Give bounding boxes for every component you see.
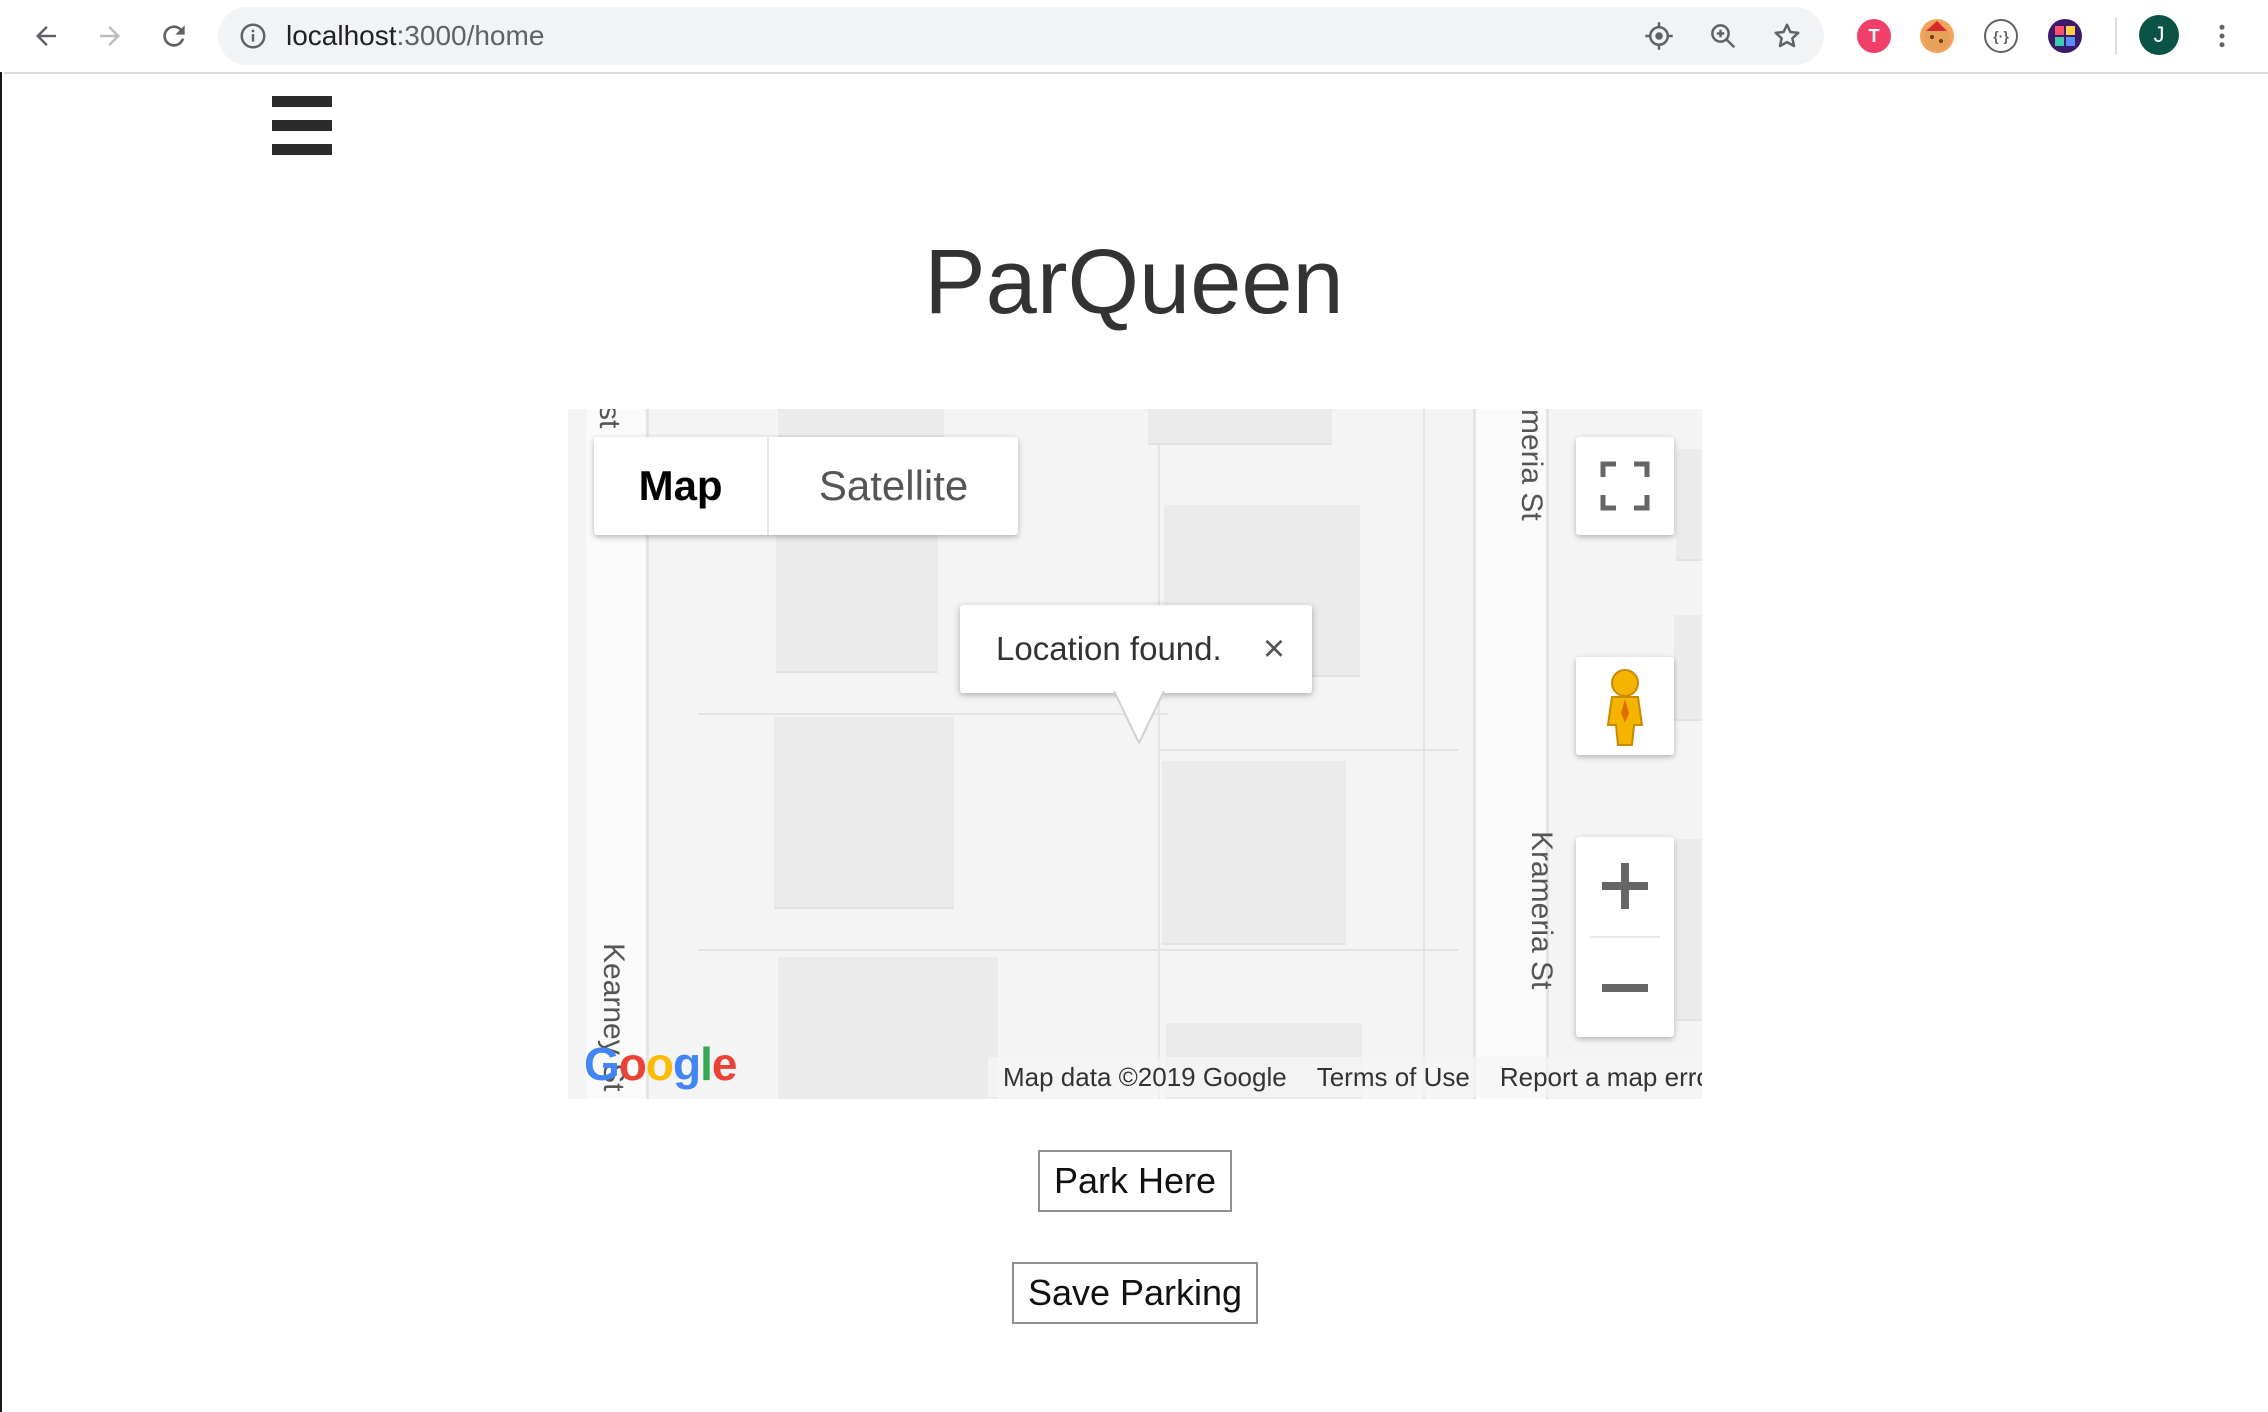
lot-line <box>1158 409 1160 1099</box>
pegman-icon <box>1606 669 1644 746</box>
close-icon: × <box>1262 628 1286 670</box>
building <box>1676 449 1702 559</box>
logo-letter: o <box>618 1038 647 1090</box>
zoom-icon[interactable] <box>1706 19 1740 53</box>
logo-letter: e <box>711 1038 738 1090</box>
road-edge <box>1473 409 1476 1099</box>
report-map-error-link[interactable]: Report a map error <box>1484 1057 1702 1097</box>
plus-icon <box>1602 863 1648 909</box>
location-icon[interactable] <box>1642 19 1676 53</box>
map-type-control: Map Satellite <box>594 437 1018 535</box>
map-view[interactable]: st meria St Krameria St Kearney St Map S… <box>568 409 1702 1099</box>
info-window-pointer <box>1113 691 1165 746</box>
extension-json-icon[interactable]: {·} <box>1984 19 2018 53</box>
fullscreen-icon <box>1600 461 1650 511</box>
street-label-krameria: Krameria St <box>1525 831 1558 990</box>
zoom-in-button[interactable] <box>1576 837 1674 935</box>
extension-color-icon[interactable] <box>2048 19 2082 53</box>
logo-letter: G <box>584 1038 620 1090</box>
logo-letter: o <box>645 1038 674 1090</box>
info-window-close-button[interactable]: × <box>1252 627 1296 671</box>
building <box>1676 839 1702 1019</box>
building <box>776 521 938 671</box>
zoom-out-button[interactable] <box>1576 939 1674 1037</box>
street-label-st: st <box>593 409 626 429</box>
profile-avatar[interactable]: J <box>2139 15 2179 55</box>
info-icon[interactable] <box>236 19 270 53</box>
lot-line <box>1423 409 1425 1099</box>
map-attribution: Map data ©2019 Google Terms of Use Repor… <box>988 1057 1702 1097</box>
zoom-control <box>1576 837 1674 1037</box>
google-logo: Google <box>584 1037 738 1091</box>
lot-line <box>698 713 1168 715</box>
save-parking-button[interactable]: Save Parking <box>1012 1262 1258 1324</box>
park-here-button[interactable]: Park Here <box>1038 1150 1232 1212</box>
building <box>774 717 954 907</box>
back-icon[interactable] <box>22 12 70 60</box>
hamburger-icon[interactable] <box>272 96 332 156</box>
building <box>778 957 998 1099</box>
street-label-meria: meria St <box>1515 409 1548 521</box>
fullscreen-button[interactable] <box>1576 437 1674 535</box>
building <box>1674 615 1702 719</box>
zoom-separator <box>1590 936 1660 938</box>
browser-toolbar: localhost:3000/home T {·} J <box>0 0 2268 74</box>
map-type-map-button[interactable]: Map <box>594 437 770 535</box>
url-host: localhost <box>286 20 397 51</box>
extension-pink-icon[interactable]: T <box>1857 19 1891 53</box>
logo-letter: l <box>700 1038 713 1090</box>
map-data-text: Map data ©2019 Google <box>988 1057 1302 1097</box>
reload-icon[interactable] <box>150 12 198 60</box>
url-path: :3000/home <box>396 20 545 51</box>
info-window: Location found. × <box>960 605 1312 746</box>
building <box>1148 409 1332 443</box>
lot-line <box>698 949 1458 951</box>
star-icon[interactable] <box>1770 19 1804 53</box>
info-window-text: Location found. <box>996 630 1222 667</box>
minus-icon <box>1602 984 1648 992</box>
menu-dots-icon[interactable] <box>2198 12 2246 60</box>
toolbar-divider <box>2115 18 2117 54</box>
building <box>1162 761 1346 943</box>
lot-line <box>1158 749 1458 751</box>
terms-of-use-link[interactable]: Terms of Use <box>1301 1057 1485 1097</box>
address-bar[interactable]: localhost:3000/home <box>218 7 1824 65</box>
street-view-button[interactable] <box>1576 657 1674 755</box>
url-text[interactable]: localhost:3000/home <box>286 7 544 65</box>
forward-icon[interactable] <box>86 12 134 60</box>
map-type-satellite-button[interactable]: Satellite <box>769 437 1018 535</box>
building <box>778 409 944 435</box>
extension-cookie-icon[interactable] <box>1920 19 1954 53</box>
logo-letter: g <box>673 1038 701 1090</box>
page-title: ParQueen <box>924 231 1344 333</box>
